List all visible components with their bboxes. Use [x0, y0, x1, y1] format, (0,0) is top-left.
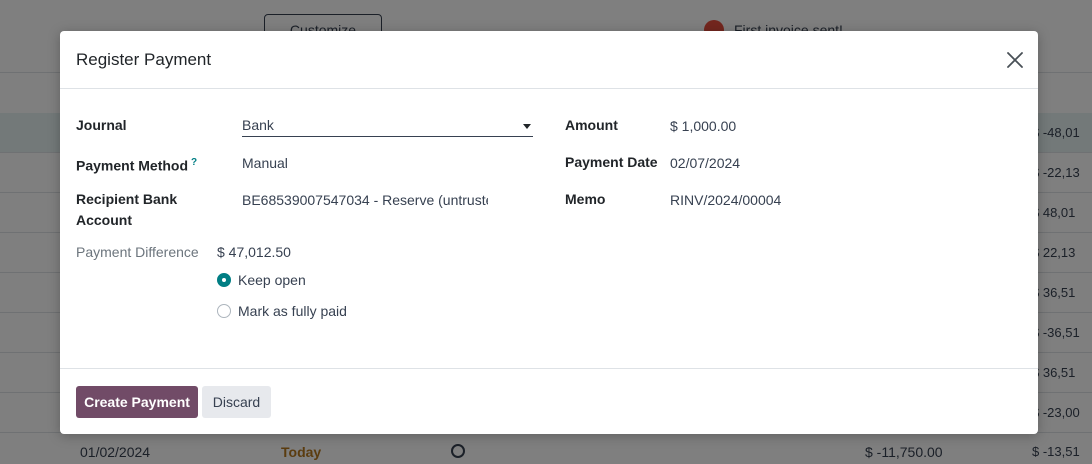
create-payment-button[interactable]: Create Payment — [76, 386, 198, 418]
amount-value[interactable]: $ 1,000.00 — [670, 116, 736, 137]
mark-fully-paid-label: Mark as fully paid — [238, 303, 347, 319]
close-icon[interactable] — [1006, 51, 1024, 69]
journal-value: Bank — [242, 117, 274, 133]
journal-label: Journal — [76, 117, 127, 133]
recipient-bank-label-line1: Recipient Bank — [76, 191, 178, 207]
amount-label: Amount — [565, 117, 618, 133]
radio-unchecked-icon[interactable] — [217, 304, 231, 318]
payment-difference-label: Payment Difference — [76, 244, 199, 260]
payment-method-value[interactable]: Manual — [242, 153, 288, 174]
recipient-bank-label-line2: Account — [76, 212, 132, 228]
caret-down-icon — [523, 124, 531, 129]
dialog-header: Register Payment — [60, 31, 1038, 89]
payment-method-label-text: Payment Method — [76, 157, 189, 174]
register-payment-dialog: Register Payment Journal Bank Payment Me… — [60, 31, 1038, 434]
payment-difference-value: $ 47,012.50 — [217, 244, 291, 260]
recipient-bank-label: Recipient Bank Account — [76, 189, 177, 231]
memo-value[interactable]: RINV/2024/00004 — [670, 190, 781, 211]
keep-open-option[interactable]: Keep open — [217, 272, 306, 288]
payment-date-value[interactable]: 02/07/2024 — [670, 153, 740, 174]
dialog-footer: Create Payment Discard — [60, 368, 1038, 434]
dialog-title: Register Payment — [76, 50, 212, 69]
memo-label: Memo — [565, 191, 606, 207]
payment-date-label: Payment Date — [565, 154, 658, 170]
discard-button[interactable]: Discard — [202, 386, 271, 418]
journal-select[interactable]: Bank — [242, 115, 533, 137]
keep-open-label: Keep open — [238, 272, 306, 288]
radio-checked-icon[interactable] — [217, 273, 231, 287]
payment-method-label: Payment Method? — [76, 152, 197, 177]
recipient-bank-value[interactable]: BE68539007547034 - Reserve (untrusted — [242, 190, 488, 211]
mark-fully-paid-option[interactable]: Mark as fully paid — [217, 303, 347, 319]
help-icon[interactable]: ? — [191, 157, 197, 168]
